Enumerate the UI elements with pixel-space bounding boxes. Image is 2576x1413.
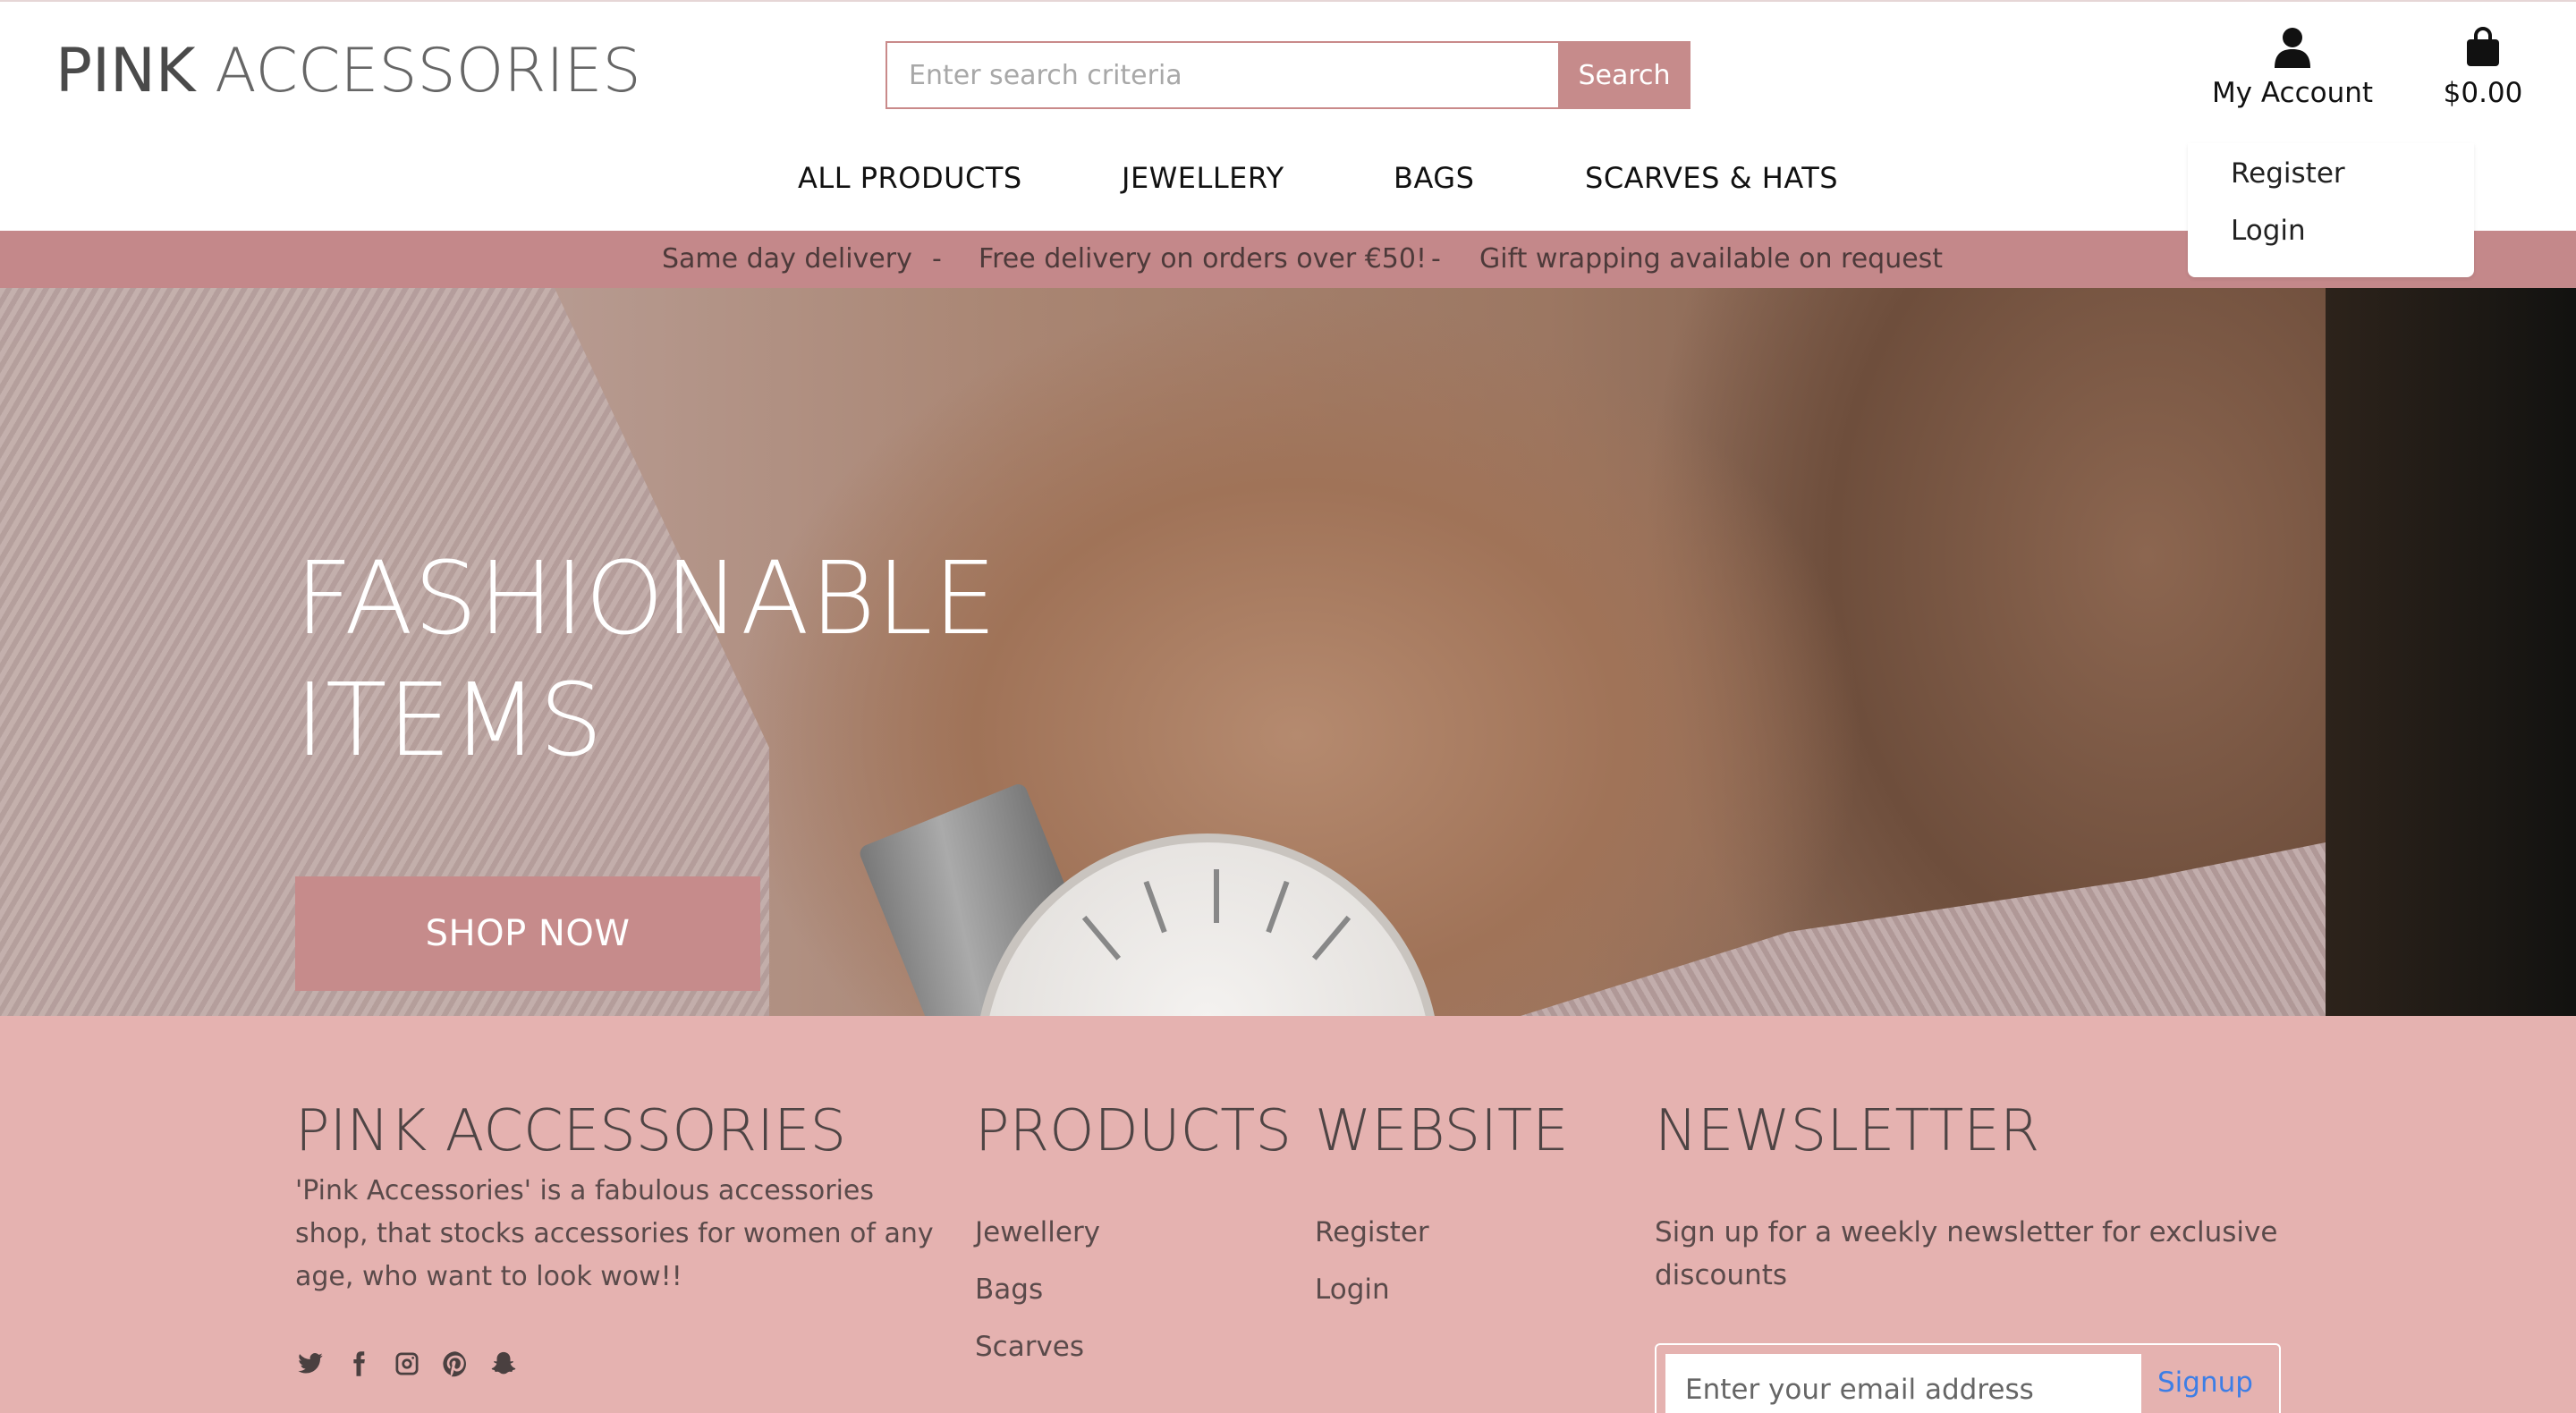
footer-brand-bold: PINK xyxy=(295,1098,428,1164)
footer-link-scarves[interactable]: Scarves xyxy=(975,1331,1084,1363)
banner-free-delivery: Free delivery on orders over €50! xyxy=(979,243,1427,275)
watch-tick xyxy=(1214,869,1219,923)
dropdown-login-link[interactable]: Login xyxy=(2231,215,2306,247)
hero-banner: FASHIONABLE ITEMS SHOP NOW xyxy=(0,288,2576,1016)
footer-brand-light: ACCESSORIES xyxy=(427,1098,847,1164)
newsletter-email-input[interactable] xyxy=(1665,1354,2141,1413)
site-footer: PINK ACCESSORIES 'Pink Accessories' is a… xyxy=(0,1016,2576,1413)
my-account-link[interactable]: My Account xyxy=(2209,27,2376,109)
dropdown-register-link[interactable]: Register xyxy=(2231,157,2345,190)
cart-total: $0.00 xyxy=(2443,77,2523,109)
footer-website-heading: WEBSITE xyxy=(1315,1098,1569,1164)
nav-scarves-hats[interactable]: SCARVES & HATS xyxy=(1585,161,1838,195)
newsletter-form: Signup xyxy=(1655,1343,2281,1413)
newsletter-description: Sign up for a weekly newsletter for excl… xyxy=(1655,1216,2278,1291)
logo-light-text: ACCESSORIES xyxy=(195,36,641,106)
account-dropdown-menu: Register Login xyxy=(2188,143,2474,277)
cart-link[interactable]: $0.00 xyxy=(2436,27,2529,109)
shop-now-button[interactable]: SHOP NOW xyxy=(295,876,760,991)
hero-dark-background xyxy=(2326,288,2576,1016)
facebook-icon[interactable] xyxy=(343,1349,374,1379)
watch-tick xyxy=(1081,915,1122,960)
user-icon xyxy=(2275,28,2310,68)
footer-description: 'Pink Accessories' is a fabulous accesso… xyxy=(295,1175,934,1292)
twitter-icon[interactable] xyxy=(295,1349,326,1379)
snapchat-icon[interactable] xyxy=(488,1349,519,1379)
banner-separator: - xyxy=(1431,243,1441,275)
banner-same-day: Same day delivery xyxy=(662,243,912,275)
watch-tick xyxy=(1311,915,1352,960)
hero-title-line2: ITEMS xyxy=(295,663,604,779)
pinterest-icon[interactable] xyxy=(440,1349,470,1379)
footer-link-bags[interactable]: Bags xyxy=(975,1273,1043,1306)
hero-title-line1: FASHIONABLE xyxy=(295,541,998,657)
watch-tick xyxy=(1266,880,1290,934)
footer-products-heading: PRODUCTS xyxy=(975,1098,1292,1164)
hero-sweater-bottom xyxy=(1521,825,2415,1016)
nav-jewellery[interactable]: JEWELLERY xyxy=(1122,161,1284,195)
footer-link-login[interactable]: Login xyxy=(1315,1273,1390,1306)
site-logo[interactable]: PINK ACCESSORIES xyxy=(55,36,641,106)
my-account-label: My Account xyxy=(2211,77,2374,109)
nav-all-products[interactable]: ALL PRODUCTS xyxy=(798,161,1022,195)
search-form: Search xyxy=(886,41,1690,109)
banner-gift-wrapping: Gift wrapping available on request xyxy=(1479,243,1944,275)
shopping-bag-icon xyxy=(2467,27,2499,66)
search-input[interactable] xyxy=(886,41,1558,109)
nav-bags[interactable]: BAGS xyxy=(1394,161,1474,195)
footer-link-jewellery[interactable]: Jewellery xyxy=(975,1216,1100,1248)
hero-title: FASHIONABLE ITEMS xyxy=(295,538,997,782)
footer-brand: PINK ACCESSORIES xyxy=(295,1098,846,1164)
instagram-icon[interactable] xyxy=(392,1349,422,1379)
footer-newsletter-heading: NEWSLETTER xyxy=(1655,1098,2040,1164)
watch-tick xyxy=(1143,880,1167,934)
social-links xyxy=(295,1349,519,1379)
banner-separator: - xyxy=(932,243,942,275)
search-button[interactable]: Search xyxy=(1558,41,1690,109)
footer-link-register[interactable]: Register xyxy=(1315,1216,1429,1248)
logo-bold-text: PINK xyxy=(55,36,196,106)
newsletter-signup-button[interactable]: Signup xyxy=(2157,1366,2253,1399)
